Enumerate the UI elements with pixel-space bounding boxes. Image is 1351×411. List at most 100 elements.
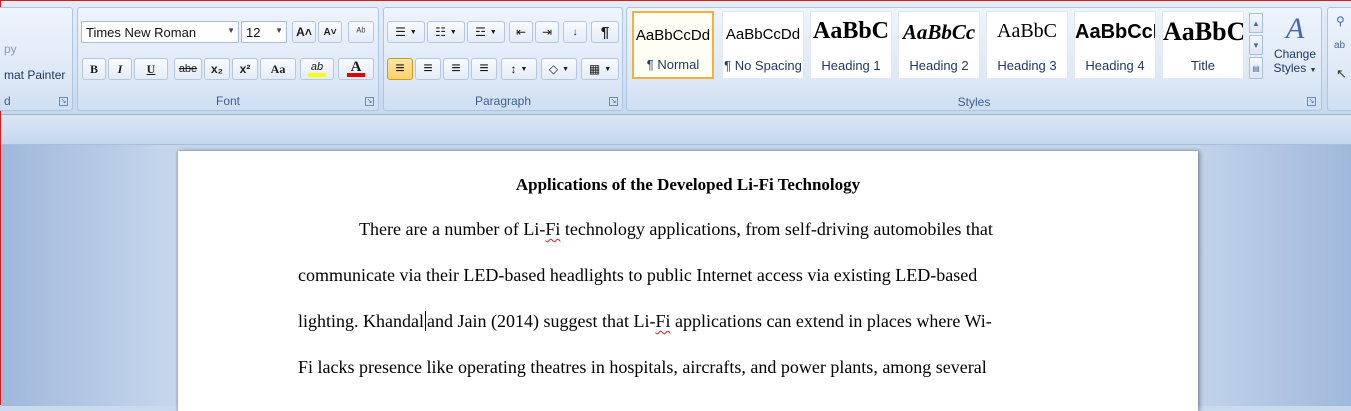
copy-button[interactable]: py bbox=[4, 42, 17, 56]
justify-button[interactable]: ≡ bbox=[471, 58, 497, 80]
shrink-font-button[interactable]: A˅ bbox=[318, 21, 342, 43]
style-preview: AaBbC bbox=[997, 20, 1057, 42]
change-styles-label-2: Styles ▼ bbox=[1273, 61, 1317, 75]
replace-icon[interactable]: ab bbox=[1334, 40, 1345, 51]
chevron-down-icon: ▼ bbox=[604, 65, 612, 73]
subscript-button[interactable]: x₂ bbox=[204, 58, 230, 80]
multilevel-list-button[interactable]: ☲ ▼ bbox=[467, 21, 505, 43]
justify-icon: ≡ bbox=[479, 60, 489, 77]
change-styles-label: Change bbox=[1273, 47, 1317, 61]
font-name-value: Times New Roman bbox=[86, 24, 197, 40]
eraser-icon: ᴬᵇ bbox=[356, 26, 366, 38]
align-center-button[interactable]: ≡ bbox=[415, 58, 441, 80]
line-spacing-button[interactable]: ↕ ▼ bbox=[501, 58, 537, 80]
ruler-bar bbox=[1, 115, 1351, 145]
bullets-icon: ☰ bbox=[395, 25, 406, 39]
font-color-icon: A bbox=[350, 59, 362, 75]
style-heading-1[interactable]: AaBbC Heading 1 bbox=[810, 11, 892, 79]
decrease-indent-button[interactable]: ⇤ bbox=[509, 21, 533, 43]
select-icon[interactable]: ↖ bbox=[1336, 66, 1347, 82]
multilevel-list-icon: ☲ bbox=[475, 25, 486, 39]
increase-indent-button[interactable]: ⇥ bbox=[535, 21, 559, 43]
font-group-label: Font bbox=[215, 94, 240, 108]
strikethrough-button[interactable]: abe bbox=[174, 58, 202, 80]
styles-launcher-icon[interactable]: ↘ bbox=[1307, 97, 1316, 106]
font-color-swatch bbox=[347, 73, 365, 77]
font-name-combo[interactable]: Times New Roman ▼ bbox=[81, 21, 239, 43]
style-name: Heading 3 bbox=[997, 58, 1057, 73]
align-right-icon: ≡ bbox=[451, 60, 461, 77]
style-name: Title bbox=[1190, 58, 1216, 73]
style-preview: AaBbCcDd bbox=[635, 27, 711, 44]
highlight-button[interactable]: ab bbox=[300, 58, 334, 80]
font-color-button[interactable]: A bbox=[338, 58, 374, 80]
find-icon[interactable]: ⚲ bbox=[1336, 14, 1345, 28]
styles-more-button[interactable]: ▤ bbox=[1249, 57, 1263, 79]
numbering-button[interactable]: ☷ ▼ bbox=[427, 21, 465, 43]
change-styles-icon: A bbox=[1285, 12, 1305, 45]
pilcrow-icon: ¶ bbox=[600, 23, 610, 41]
change-case-button[interactable]: Aa bbox=[260, 58, 296, 80]
style-preview: AaBbCcDd bbox=[725, 26, 801, 43]
highlight-color-swatch bbox=[308, 72, 326, 77]
grow-font-button[interactable]: A˄ bbox=[292, 21, 316, 43]
align-right-button[interactable]: ≡ bbox=[443, 58, 469, 80]
style-heading-2[interactable]: AaBbCc Heading 2 bbox=[898, 11, 980, 79]
show-hide-marks-button[interactable]: ¶ bbox=[591, 21, 619, 43]
paragraph-launcher-icon[interactable]: ↘ bbox=[609, 97, 618, 106]
style-preview: AaBbCcI bbox=[1075, 21, 1155, 43]
clipboard-launcher-icon[interactable]: ↘ bbox=[59, 97, 68, 106]
highlighter-icon: ab bbox=[310, 60, 324, 73]
style-name: ¶ Normal bbox=[646, 57, 700, 72]
clear-formatting-button[interactable]: ᴬᵇ bbox=[348, 21, 374, 43]
chevron-down-icon[interactable]: ▼ bbox=[275, 26, 283, 35]
borders-button[interactable]: ▦ ▼ bbox=[581, 58, 619, 80]
sort-button[interactable]: ↓ bbox=[563, 21, 587, 43]
chevron-down-icon: ▼ bbox=[562, 65, 570, 73]
document-line-2: communicate via their LED-based headligh… bbox=[298, 265, 978, 285]
document-line-3: lighting. Khandal and Jain (2014) suggest… bbox=[298, 311, 992, 331]
change-styles-button[interactable]: A Change Styles ▼ bbox=[1269, 11, 1321, 96]
styles-scroll-down-button[interactable]: ▼ bbox=[1249, 35, 1263, 55]
shading-button[interactable]: ◇ ▼ bbox=[541, 58, 577, 80]
style-name: Heading 2 bbox=[909, 58, 969, 73]
style-name: Heading 1 bbox=[821, 58, 881, 73]
bold-button[interactable]: B bbox=[82, 58, 106, 80]
font-launcher-icon[interactable]: ↘ bbox=[365, 97, 374, 106]
style-heading-3[interactable]: AaBbC Heading 3 bbox=[986, 11, 1068, 79]
document-line-4: Fi lacks presence like operating theatre… bbox=[298, 357, 987, 377]
paragraph-group-label: Paragraph bbox=[474, 94, 532, 108]
bullets-button[interactable]: ☰ ▼ bbox=[387, 21, 425, 43]
format-painter-button[interactable]: mat Painter bbox=[4, 68, 65, 82]
style-preview: AaBbC bbox=[812, 18, 890, 44]
italic-button[interactable]: I bbox=[108, 58, 132, 80]
style-name: ¶ No Spacing bbox=[724, 58, 802, 73]
style-preview: AaBbC bbox=[1163, 17, 1243, 46]
align-left-button[interactable]: ≡ bbox=[387, 58, 413, 80]
borders-icon: ▦ bbox=[588, 62, 601, 76]
numbering-icon: ☷ bbox=[435, 25, 446, 39]
chevron-down-icon: ▼ bbox=[489, 28, 497, 36]
styles-scroll-up-button[interactable]: ▲ bbox=[1249, 13, 1263, 33]
increase-indent-icon: ⇥ bbox=[541, 25, 553, 39]
chevron-up-icon: ▲ bbox=[1252, 18, 1260, 28]
superscript-button[interactable]: x² bbox=[232, 58, 258, 80]
styles-group-label: Styles bbox=[957, 95, 991, 109]
align-left-icon: ≡ bbox=[395, 60, 405, 77]
style-preview: AaBbCc bbox=[902, 20, 976, 44]
text-cursor bbox=[424, 311, 426, 331]
style-no-spacing[interactable]: AaBbCcDd ¶ No Spacing bbox=[722, 11, 804, 79]
chevron-down-icon: ▼ bbox=[1309, 67, 1317, 74]
paragraph-group: ☰ ▼ ☷ ▼ ☲ ▼ ⇤ ⇥ ↓ ¶ ≡ ≡ ≡ ≡ ↕ ▼ ◇ ▼ ▦ ▼ Paragr… bbox=[383, 7, 623, 111]
style-heading-4[interactable]: AaBbCcI Heading 4 bbox=[1074, 11, 1156, 79]
document-line-1: There are a number of Li-Fi technology a… bbox=[359, 219, 993, 239]
chevron-down-icon: ▼ bbox=[1252, 40, 1260, 50]
style-normal[interactable]: AaBbCcDd ¶ Normal bbox=[632, 11, 714, 79]
document-page[interactable]: Applications of the Developed Li-Fi Tech… bbox=[178, 151, 1198, 411]
underline-button[interactable]: U bbox=[134, 58, 168, 80]
line-spacing-icon: ↕ bbox=[510, 62, 517, 76]
font-size-combo[interactable]: 12 ▼ bbox=[241, 21, 287, 43]
style-title[interactable]: AaBbC Title bbox=[1162, 11, 1244, 79]
editing-group: ⚲ ab ↖ bbox=[1327, 7, 1351, 111]
chevron-down-icon[interactable]: ▼ bbox=[227, 26, 235, 35]
